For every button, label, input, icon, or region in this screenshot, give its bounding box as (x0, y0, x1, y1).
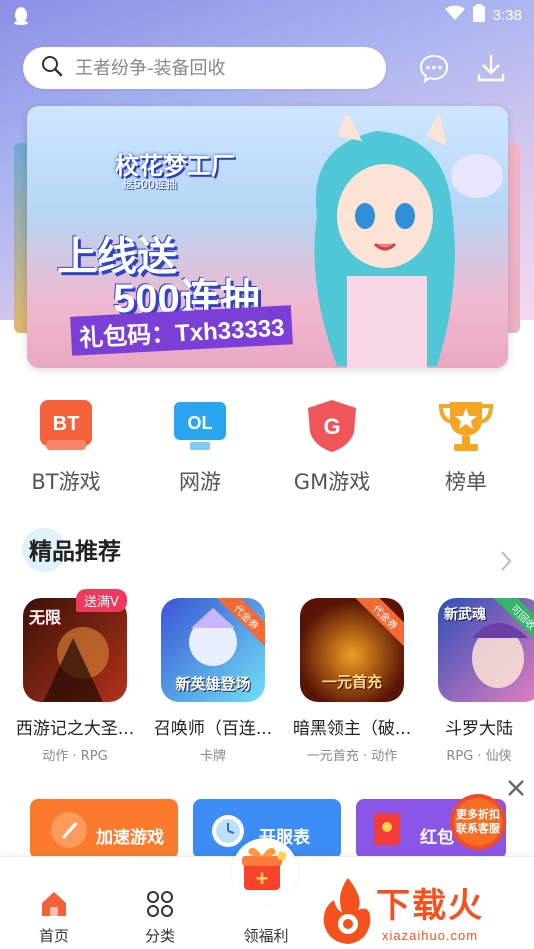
feature-label: 加速游戏 (96, 828, 164, 848)
status-time: 3:38 (492, 6, 522, 24)
game-icon-text: 一元首充 (321, 673, 382, 691)
search-icon (41, 55, 63, 81)
grid-icon (145, 889, 175, 919)
game-icon-text: 新英雄登场 (175, 675, 251, 693)
status-bar: 3:38 (0, 0, 534, 30)
category-bt-games[interactable]: BT BT游戏 (11, 398, 121, 496)
svg-text:+: + (256, 866, 269, 891)
category-gm-games[interactable]: G GM游戏 (277, 398, 387, 496)
anime-girl-illustration (314, 116, 503, 368)
watermark-text: 下载火 (376, 886, 484, 926)
customer-service-badge[interactable]: 更多折扣 联系客服 (442, 792, 514, 854)
watermark-url: xiazaihuo.com (382, 928, 479, 943)
trophy-icon (438, 398, 494, 454)
chevron-right-icon[interactable] (500, 550, 512, 576)
nav-home[interactable]: 首页 (14, 889, 94, 946)
gift-icon: + (242, 847, 287, 891)
game-name: 召唤师（百连... (153, 719, 273, 739)
service-badge-line2: 联系客服 (456, 822, 500, 835)
banner-subtitle: 送500连抽 (123, 178, 177, 191)
category-label: GM游戏 (293, 470, 371, 494)
gm-shield-icon: G (304, 398, 360, 454)
game-card[interactable]: 一元首充 代金券 暗黑领主（破... 一元首充 · 动作 (287, 598, 417, 764)
accelerate-games-card[interactable]: 加速游戏 (30, 799, 178, 859)
nav-label: 分类 (144, 927, 175, 945)
voucher-corner-tag: 代金券 (351, 598, 404, 651)
game-tags: RPG · 仙侠 (446, 749, 512, 764)
welfare-center-button[interactable]: + (232, 838, 298, 904)
category-label: BT游戏 (31, 470, 101, 494)
rocket-icon (50, 811, 88, 854)
message-icon[interactable] (418, 52, 450, 84)
ol-monitor-icon: OL (172, 398, 228, 454)
category-online-games[interactable]: OL 网游 (145, 398, 255, 496)
category-label: 网游 (179, 470, 221, 494)
nav-category[interactable]: 分类 (120, 889, 200, 946)
game-card[interactable]: 新武魂 可回收 斗罗大陆 RPG · 仙侠 (424, 598, 534, 764)
game-icon: 新英雄登场 代金券 (161, 598, 265, 702)
game-card[interactable]: 新英雄登场 代金券 召唤师（百连... 卡牌 (148, 598, 278, 764)
svg-text:OL: OL (188, 413, 213, 433)
game-card[interactable]: 无限 西游记之大圣... 动作 · RPG (10, 598, 140, 764)
game-name: 西游记之大圣... (15, 719, 135, 739)
game-icon: 新武魂 可回收 (438, 598, 534, 702)
game-tags: 卡牌 (199, 749, 226, 764)
search-bar[interactable] (23, 47, 386, 89)
svg-text:G: G (323, 414, 340, 439)
service-badge-line1: 更多折扣 (456, 808, 500, 821)
nav-label: 领福利 (243, 927, 289, 945)
search-input[interactable] (75, 57, 365, 79)
category-rankings[interactable]: 榜单 (411, 398, 521, 496)
banner-gift-code: 礼包码：Txh33333 (70, 305, 294, 356)
wifi-icon (444, 5, 465, 25)
promo-banner[interactable]: 校花梦工厂 送500连抽 上线送 500连抽 礼包码：Txh33333 (27, 106, 508, 368)
game-tags: 动作 · RPG (42, 749, 108, 764)
game-icon: 一元首充 代金券 (300, 598, 404, 702)
battery-icon (472, 4, 485, 26)
game-icon: 无限 (23, 598, 127, 702)
download-icon[interactable] (475, 52, 507, 84)
section-title: 精品推荐 (29, 539, 121, 565)
red-envelope-icon (374, 813, 400, 850)
game-tags: 一元首充 · 动作 (306, 749, 398, 764)
close-icon[interactable] (506, 778, 526, 798)
category-label: 榜单 (445, 470, 487, 494)
game-name: 斗罗大陆 (445, 719, 513, 739)
svg-text:BT: BT (53, 413, 80, 435)
bt-icon: BT (38, 398, 94, 454)
qq-penguin-icon (12, 5, 30, 29)
game-name: 暗黑领主（破... (292, 719, 412, 739)
vip-badge: 送满V (76, 589, 127, 612)
home-icon (39, 889, 69, 919)
nav-label: 首页 (38, 927, 69, 945)
